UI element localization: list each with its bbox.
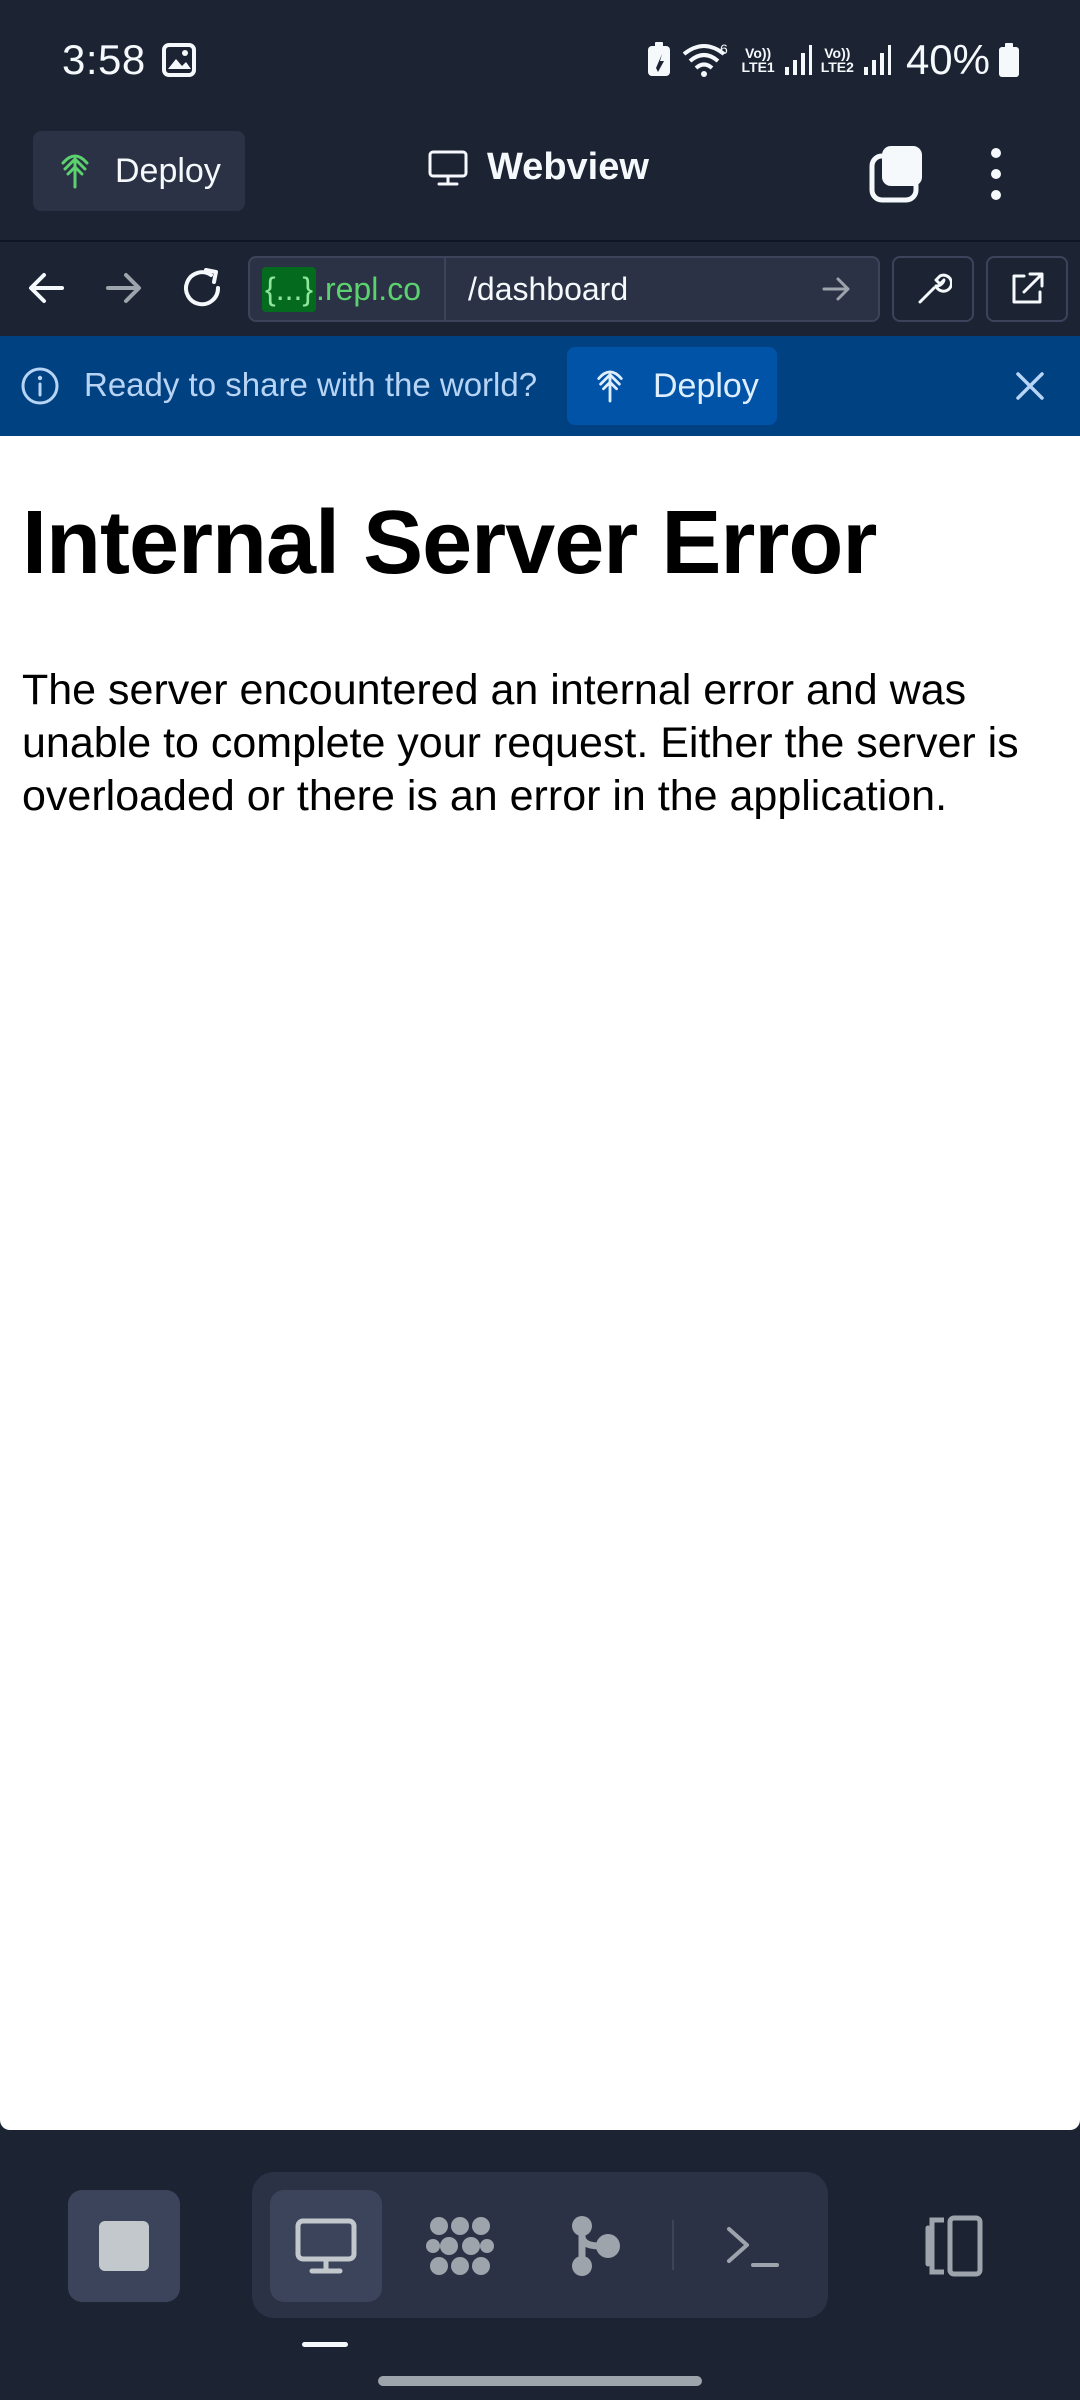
- wrench-icon: [918, 273, 952, 304]
- reload-button[interactable]: [176, 262, 228, 314]
- image-notification-icon: [161, 43, 196, 77]
- back-button[interactable]: [20, 262, 72, 314]
- deploy-button[interactable]: Deploy: [33, 131, 245, 211]
- home-indicator[interactable]: [378, 2376, 702, 2386]
- url-host: {...} .repl.co: [250, 258, 446, 320]
- url-toolbar: {...} .repl.co /dashboard: [0, 242, 1080, 334]
- packages-tab-button[interactable]: [404, 2190, 516, 2302]
- url-path-input[interactable]: /dashboard: [446, 271, 816, 308]
- active-tab-indicator: [302, 2342, 348, 2347]
- error-heading: Internal Server Error: [22, 493, 877, 593]
- arrow-right-icon: [106, 273, 141, 303]
- reload-icon: [184, 268, 221, 307]
- sim2-indicator: Vo)) LTE2: [820, 45, 854, 75]
- url-field[interactable]: {...} .repl.co /dashboard: [248, 256, 880, 322]
- stop-button[interactable]: [68, 2190, 180, 2302]
- deploy-icon: [597, 370, 623, 403]
- monitor-icon: [428, 150, 468, 185]
- open-external-button[interactable]: [986, 256, 1068, 322]
- battery-icon: [999, 43, 1019, 77]
- wifi-badge: 6: [720, 41, 728, 57]
- banner-deploy-button[interactable]: Deploy: [567, 347, 777, 425]
- monitor-icon: [295, 2218, 357, 2274]
- status-time: 3:58: [62, 36, 146, 83]
- webview-title: Webview: [427, 146, 649, 189]
- go-arrow-icon[interactable]: [816, 269, 856, 309]
- more-options-icon[interactable]: [972, 142, 1020, 206]
- git-branch-icon: [572, 2216, 620, 2276]
- forward-button[interactable]: [98, 262, 150, 314]
- url-host-suffix: .repl.co: [316, 270, 421, 307]
- deploy-label: Deploy: [115, 151, 221, 190]
- git-tab-button[interactable]: [540, 2190, 652, 2302]
- external-link-icon: [1012, 272, 1044, 304]
- signal-icon: [863, 45, 891, 75]
- stop-icon: [99, 2221, 149, 2271]
- layout-toggle-icon[interactable]: [918, 2210, 990, 2282]
- title-text: Webview: [487, 146, 649, 188]
- devtools-button[interactable]: [892, 256, 974, 322]
- terminal-icon: [727, 2227, 779, 2267]
- deploy-banner: Ready to share with the world? Deploy: [0, 336, 1080, 436]
- battery-percent: 40%: [905, 36, 990, 83]
- sim1-indicator: Vo)) LTE1: [741, 45, 775, 75]
- webview-tab-button[interactable]: [270, 2190, 382, 2302]
- tool-separator: [672, 2220, 674, 2270]
- arrow-left-icon: [29, 273, 64, 303]
- signal-icon: [784, 45, 812, 75]
- bottom-toolbar: [0, 2130, 1080, 2400]
- packages-icon: [426, 2217, 494, 2275]
- status-icons: 6 Vo)) LTE1 Vo)) LTE2 40%: [646, 36, 1020, 84]
- info-icon: [21, 367, 59, 405]
- battery-saver-icon: [647, 42, 670, 76]
- close-icon[interactable]: [1012, 368, 1048, 404]
- webview-content: Internal Server Error The server encount…: [0, 436, 1080, 2130]
- tabs-icon[interactable]: [866, 144, 926, 204]
- wifi-icon: 6: [682, 41, 728, 77]
- url-host-mask: {...}: [262, 266, 317, 312]
- banner-message: Ready to share with the world?: [84, 366, 538, 403]
- status-bar: 3:58 6 Vo)) LTE1 Vo)) LTE2 40%: [0, 0, 1080, 120]
- tool-tabs: [252, 2172, 828, 2318]
- app-bar: Deploy Webview: [0, 120, 1080, 240]
- error-message: The server encountered an internal error…: [22, 666, 1019, 820]
- banner-deploy-label: Deploy: [653, 366, 759, 405]
- shell-tab-button[interactable]: [696, 2190, 808, 2302]
- deploy-icon: [61, 154, 89, 189]
